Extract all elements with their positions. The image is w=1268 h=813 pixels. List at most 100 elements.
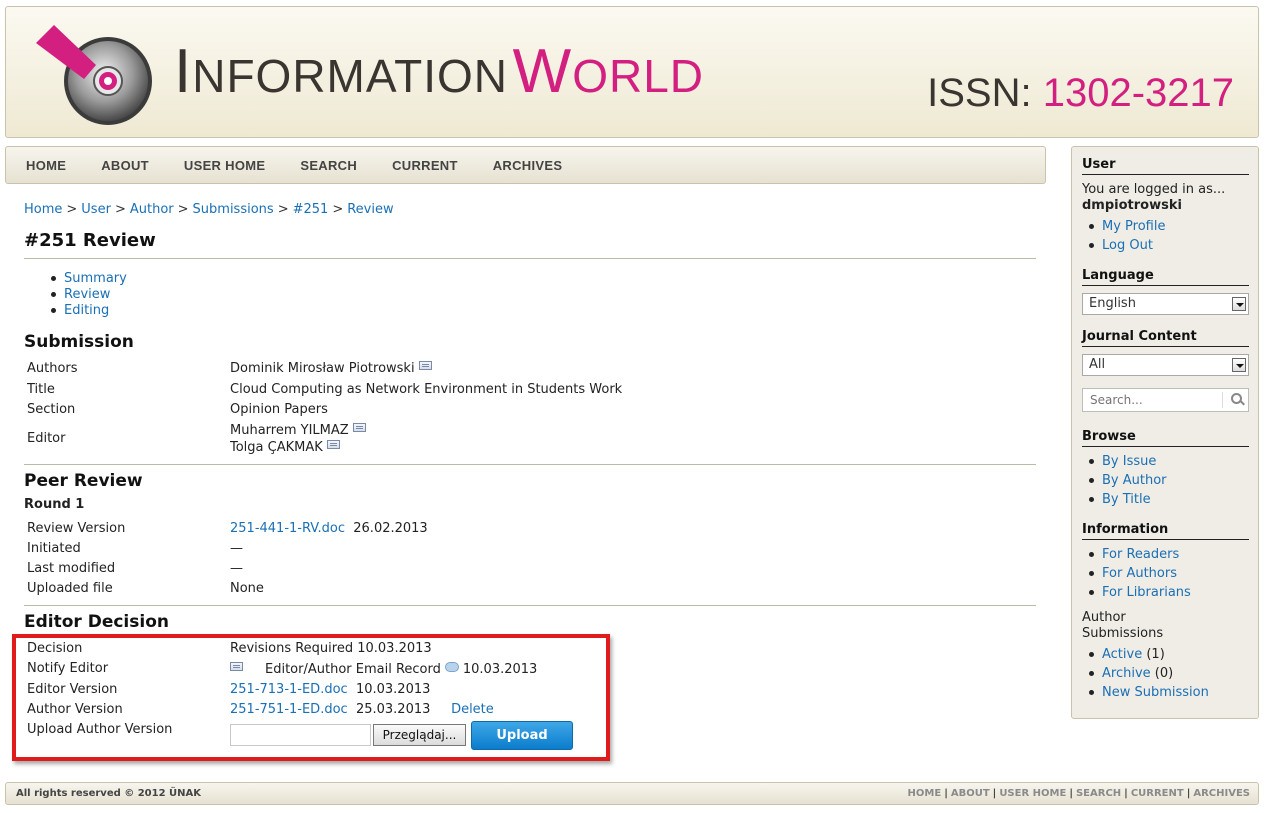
list-item: For Readers — [1089, 545, 1191, 564]
editor-label: Editor — [27, 431, 66, 446]
author-version-date: 25.03.2013 — [355, 702, 431, 717]
search-icon[interactable] — [1222, 392, 1248, 408]
browse-by-title-link[interactable]: By Title — [1102, 492, 1151, 507]
archive-submissions-link[interactable]: Archive — [1102, 666, 1151, 681]
section-label: Section — [27, 402, 76, 417]
search-input[interactable] — [1088, 390, 1223, 410]
peer-review-heading: Peer Review — [24, 471, 143, 491]
notify-date: 10.03.2013 — [462, 662, 538, 677]
round-label: Round 1 — [24, 497, 85, 512]
editor-version-date: 10.03.2013 — [355, 682, 431, 697]
author-version-value: 251-751-1-ED.doc 25.03.2013 Delete — [230, 702, 494, 717]
username: dmpiotrowski — [1082, 198, 1182, 213]
chevron-down-icon[interactable] — [1232, 297, 1246, 311]
for-readers-link[interactable]: For Readers — [1102, 547, 1179, 562]
user-links: My Profile Log Out — [1088, 217, 1165, 255]
review-version-label: Review Version — [27, 521, 126, 536]
sidebar-information-title: Information — [1082, 522, 1249, 540]
upload-author-version-label: Upload Author Version — [27, 722, 173, 737]
list-item: New Submission — [1089, 683, 1209, 702]
editor-version-file-link[interactable]: 251-713-1-ED.doc — [230, 682, 348, 697]
author-submission-links: Active (1) Archive (0) New Submission — [1089, 645, 1209, 702]
sidebar-journal-content-title: Journal Content — [1082, 329, 1249, 347]
sidebar: User You are logged in as... dmpiotrowsk… — [1071, 146, 1259, 719]
list-item: My Profile — [1088, 217, 1165, 236]
editor-name: Tolga ÇAKMAK — [230, 440, 323, 455]
file-path-input[interactable] — [230, 724, 371, 746]
footer-links: HOME | ABOUT | USER HOME | SEARCH | CURRENT | ARCH… — [907, 788, 1250, 799]
authors-value: Dominik Mirosław Piotrowski — [230, 361, 432, 376]
my-profile-link[interactable]: My Profile — [1102, 219, 1165, 234]
footer-about-link[interactable]: ABOUT — [951, 788, 990, 799]
review-version-value: 251-441-1-RV.doc 26.02.2013 — [230, 521, 428, 536]
footer-search-link[interactable]: SEARCH — [1076, 788, 1121, 799]
last-modified-label: Last modified — [27, 561, 116, 576]
email-icon[interactable] — [352, 423, 366, 432]
editor-1: Muharrem YILMAZ — [230, 423, 366, 438]
editor-2: Tolga ÇAKMAK — [230, 440, 340, 455]
divider — [24, 605, 1036, 606]
authors-label: Authors — [27, 361, 78, 376]
footer-user-home-link[interactable]: USER HOME — [999, 788, 1066, 799]
email-icon[interactable] — [326, 440, 340, 449]
last-modified-value: — — [230, 561, 243, 576]
upload-button[interactable]: Upload — [471, 721, 573, 750]
editor-version-value: 251-713-1-ED.doc 10.03.2013 — [230, 682, 430, 697]
footer-archives-link[interactable]: ARCHIVES — [1193, 788, 1250, 799]
site-footer: All rights reserved © 2012 ÜNAK HOME | ABO… — [5, 782, 1259, 805]
editor-version-label: Editor Version — [27, 682, 118, 697]
active-submissions-link[interactable]: Active — [1102, 647, 1142, 662]
title-value: Cloud Computing as Network Environment i… — [230, 382, 623, 397]
review-version-date: 26.02.2013 — [353, 521, 428, 536]
author-version-file-link[interactable]: 251-751-1-ED.doc — [230, 702, 348, 717]
sidebar-language-title: Language — [1082, 268, 1249, 286]
author-version-label: Author Version — [27, 702, 123, 717]
author-submissions-title-2: Submissions — [1082, 626, 1164, 641]
editor-name: Muharrem YILMAZ — [230, 423, 349, 438]
email-icon[interactable] — [418, 361, 432, 370]
comment-icon[interactable] — [444, 662, 459, 672]
author-submissions-title-1: Author — [1082, 610, 1126, 625]
list-item: By Issue — [1089, 452, 1167, 471]
chevron-down-icon[interactable] — [1232, 358, 1246, 372]
footer-home-link[interactable]: HOME — [908, 788, 942, 799]
initiated-value: — — [230, 541, 243, 556]
notify-editor-label: Notify Editor — [27, 661, 109, 676]
notify-email-icon[interactable] — [230, 662, 243, 671]
browse-by-issue-link[interactable]: By Issue — [1102, 454, 1156, 469]
log-out-link[interactable]: Log Out — [1102, 238, 1153, 253]
list-item: By Title — [1089, 490, 1167, 509]
list-item: Active (1) — [1089, 645, 1209, 664]
section-value: Opinion Papers — [230, 402, 328, 417]
delete-author-version-link[interactable]: Delete — [451, 702, 494, 717]
new-submission-link[interactable]: New Submission — [1102, 685, 1209, 700]
logged-in-text: You are logged in as... — [1082, 182, 1226, 197]
journal-content-selected: All — [1089, 357, 1106, 372]
list-item: For Librarians — [1089, 583, 1191, 602]
decision-label: Decision — [27, 641, 83, 656]
language-selected: English — [1089, 296, 1136, 311]
uploaded-file-label: Uploaded file — [27, 581, 113, 596]
editor-decision-heading: Editor Decision — [24, 612, 169, 632]
sidebar-search — [1082, 388, 1249, 412]
list-item: Archive (0) — [1089, 664, 1209, 683]
browse-by-author-link[interactable]: By Author — [1102, 473, 1167, 488]
sections-container: Submission Authors Dominik Mirosław Piot… — [24, 0, 1036, 813]
archive-count: (0) — [1154, 666, 1174, 681]
language-select[interactable]: English — [1082, 293, 1249, 315]
sidebar-user-title: User — [1082, 157, 1249, 175]
browse-links: By Issue By Author By Title — [1089, 452, 1167, 509]
uploaded-file-value: None — [230, 581, 264, 596]
decision-value: Revisions Required 10.03.2013 — [230, 641, 432, 656]
sidebar-browse-title: Browse — [1082, 429, 1249, 447]
for-librarians-link[interactable]: For Librarians — [1102, 585, 1191, 600]
information-links: For Readers For Authors For Librarians — [1089, 545, 1191, 602]
email-record-label: Editor/Author Email Record — [265, 662, 441, 677]
journal-content-select[interactable]: All — [1082, 354, 1249, 376]
for-authors-link[interactable]: For Authors — [1102, 566, 1177, 581]
active-count: (1) — [1146, 647, 1165, 662]
footer-current-link[interactable]: CURRENT — [1131, 788, 1184, 799]
review-version-file-link[interactable]: 251-441-1-RV.doc — [230, 521, 345, 536]
browse-file-button[interactable]: Przeglądaj... — [373, 724, 466, 746]
notify-editor-value: Editor/Author Email Record 10.03.2013 — [230, 662, 537, 677]
